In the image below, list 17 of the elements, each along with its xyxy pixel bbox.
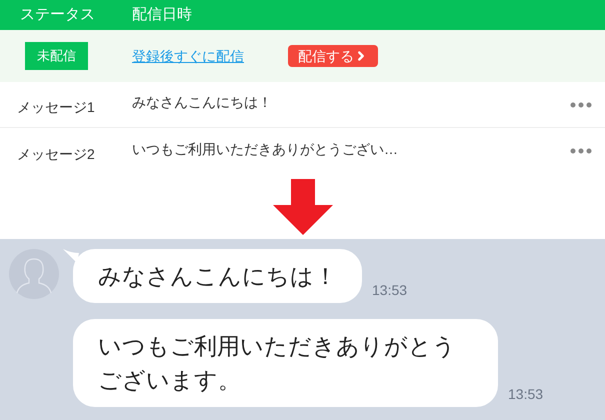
bubble-tail: [63, 249, 79, 263]
send-button[interactable]: 配信する: [288, 45, 378, 67]
more-icon[interactable]: [570, 102, 592, 108]
column-heading: 配信日時: [132, 4, 192, 25]
status-badge: 未配信: [25, 42, 88, 70]
avatar-icon: [9, 249, 59, 299]
more-icon[interactable]: [570, 148, 592, 154]
schedule-link[interactable]: 登録後すぐに配信: [132, 46, 288, 66]
message-name: メッセージ1: [16, 98, 96, 117]
message-preview: みなさんこんにちは！: [132, 93, 273, 112]
down-arrow-icon: [272, 178, 332, 234]
message-time: 13:53: [508, 385, 544, 404]
message-preview: いつもご利用いただきありがとうござい…: [132, 140, 399, 158]
message-bubble: いつもご利用いただきありがとうございます。: [73, 319, 498, 407]
message-name: メッセージ2: [16, 144, 96, 164]
message-time: 13:53: [372, 281, 408, 300]
column-heading: ステータス: [19, 4, 96, 25]
